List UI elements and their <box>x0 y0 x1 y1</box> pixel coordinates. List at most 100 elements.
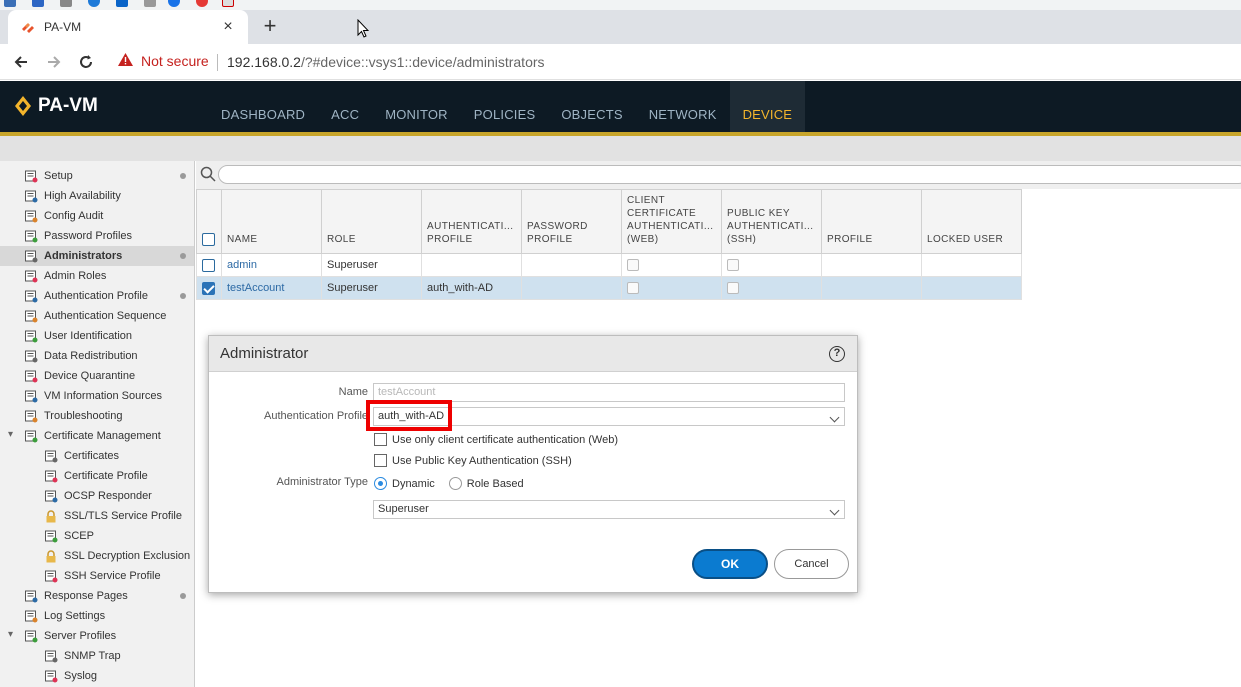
taskbar-app-icon[interactable] <box>144 0 156 7</box>
dynamic-radio[interactable] <box>374 477 387 490</box>
chevron-down-icon[interactable] <box>829 412 840 423</box>
taskbar-app-icon[interactable] <box>222 0 234 7</box>
name-cell: testAccount <box>221 276 322 300</box>
sidebar-item-admin-roles[interactable]: Admin Roles <box>24 266 106 286</box>
chevron-down-icon[interactable]: ▾ <box>8 429 13 440</box>
column-header[interactable]: PROFILE <box>821 189 922 254</box>
column-header[interactable]: PUBLIC KEY AUTHENTICATI... (SSH) <box>721 189 822 254</box>
client-cert-cell <box>621 253 722 277</box>
column-header[interactable]: AUTHENTICATI... PROFILE <box>421 189 522 254</box>
sidebar-item-server-profiles[interactable]: Server Profiles <box>24 626 116 646</box>
sidebar-item-user-identification[interactable]: User Identification <box>24 326 132 346</box>
chevron-down-icon[interactable]: ▾ <box>8 629 13 640</box>
sidebar-item-ssl-decryption-exclusion[interactable]: SSL Decryption Exclusion <box>44 546 190 566</box>
forward-arrow-icon[interactable] <box>44 52 64 72</box>
ok-button[interactable]: OK <box>692 549 768 579</box>
nav-tab-device[interactable]: DEVICE <box>729 81 806 132</box>
pubkey-cell <box>721 276 822 300</box>
sidebar-item-certificate-profile[interactable]: Certificate Profile <box>44 466 148 486</box>
nav-tab-network[interactable]: NETWORK <box>636 81 730 132</box>
client-cert-checkbox[interactable] <box>374 433 387 446</box>
search-icon[interactable] <box>200 166 216 185</box>
administrator-dialog: Administrator ? Name testAccount Authent… <box>208 335 858 593</box>
admin-name-link[interactable]: testAccount <box>227 282 284 294</box>
column-header[interactable]: NAME <box>221 189 322 254</box>
reload-icon[interactable] <box>76 52 96 72</box>
sidebar-item-vm-information-sources[interactable]: VM Information Sources <box>24 386 162 406</box>
sidebar-item-data-redistribution[interactable]: Data Redistribution <box>24 346 138 366</box>
pubkey-label: Use Public Key Authentication (SSH) <box>392 454 572 467</box>
select-all-checkbox[interactable] <box>202 232 215 246</box>
nav-tab-acc[interactable]: ACC <box>318 81 372 132</box>
pubkey-checkbox[interactable] <box>374 454 387 467</box>
sidebar-item-authentication-profile[interactable]: Authentication Profile <box>24 286 194 306</box>
sidebar-item-high-availability[interactable]: High Availability <box>24 186 121 206</box>
sidebar-item-ocsp-responder[interactable]: OCSP Responder <box>44 486 152 506</box>
sidebar-item-label: Password Profiles <box>44 230 133 242</box>
gear-icon[interactable] <box>60 0 72 7</box>
windows-icon[interactable] <box>116 0 128 7</box>
column-header[interactable]: ROLE <box>321 189 422 254</box>
nav-tab-policies[interactable]: POLICIES <box>461 81 549 132</box>
url-field[interactable]: 192.168.0.2/?#device::vsys1::device/admi… <box>227 54 545 70</box>
nav-tab-monitor[interactable]: MONITOR <box>372 81 461 132</box>
sidebar-item-password-profiles[interactable]: Password Profiles <box>24 226 132 246</box>
sidebar-item-label: Certificate Profile <box>64 470 148 482</box>
sidebar-item-certificate-management[interactable]: Certificate Management <box>24 426 161 446</box>
taskbar-app-icon[interactable] <box>168 0 180 7</box>
sidebar-item-label: OCSP Responder <box>64 490 152 502</box>
server-profiles-icon <box>24 629 38 643</box>
logo-text: PA-VM <box>38 95 98 116</box>
table-row[interactable]: testAccount Superuser auth_with-AD <box>196 276 1022 300</box>
new-tab-button[interactable]: + <box>258 15 282 38</box>
sidebar-item-ssl-tls-service-profile[interactable]: SSL/TLS Service Profile <box>44 506 182 526</box>
column-header[interactable]: PASSWORD PROFILE <box>521 189 622 254</box>
sidebar-item-syslog[interactable]: Syslog <box>44 666 97 686</box>
row-checkbox[interactable] <box>202 258 215 272</box>
column-header[interactable]: CLIENT CERTIFICATE AUTHENTICATI... (WEB) <box>621 189 722 254</box>
sidebar-item-troubleshooting[interactable]: Troubleshooting <box>24 406 122 426</box>
pubkey-checkbox <box>727 259 739 272</box>
taskbar-app-icon[interactable] <box>32 0 44 7</box>
close-icon[interactable]: × <box>220 18 236 36</box>
sidebar-item-ssh-service-profile[interactable]: SSH Service Profile <box>44 566 161 586</box>
pubkey-option[interactable]: Use Public Key Authentication (SSH) <box>374 454 572 467</box>
role-select[interactable]: Superuser <box>373 500 845 519</box>
sidebar-item-response-pages[interactable]: Response Pages <box>24 586 194 606</box>
help-icon[interactable]: ? <box>829 346 845 362</box>
sidebar-item-certificates[interactable]: Certificates <box>44 446 119 466</box>
taskbar-app-icon[interactable] <box>4 0 16 7</box>
cancel-button[interactable]: Cancel <box>774 549 849 579</box>
snmp-trap-icon <box>44 649 58 663</box>
sidebar-item-authentication-sequence[interactable]: Authentication Sequence <box>24 306 166 326</box>
role-based-radio[interactable] <box>448 477 462 490</box>
nav-tab-objects[interactable]: OBJECTS <box>548 81 635 132</box>
admin-name-link[interactable]: admin <box>227 259 257 271</box>
sidebar-item-scep[interactable]: SCEP <box>44 526 94 546</box>
tab-title: PA-VM <box>44 20 82 34</box>
device-quarantine-icon <box>24 369 38 383</box>
row-checkbox[interactable] <box>202 281 215 295</box>
chevron-down-icon[interactable] <box>829 505 840 516</box>
taskbar-app-icon[interactable] <box>88 0 100 7</box>
address-bar: Not secure 192.168.0.2/?#device::vsys1::… <box>0 44 1241 80</box>
nav-tab-dashboard[interactable]: DASHBOARD <box>208 81 318 132</box>
vm-information-sources-icon <box>24 389 38 403</box>
table-row[interactable]: admin Superuser <box>196 253 1022 277</box>
taskbar-app-icon[interactable] <box>196 0 208 7</box>
sidebar-item-setup[interactable]: Setup <box>24 166 194 186</box>
app-logo[interactable]: PA-VM <box>14 95 98 117</box>
security-indicator[interactable]: Not secure <box>118 53 209 69</box>
filter-input[interactable] <box>218 165 1241 184</box>
browser-tab[interactable]: PA-VM × <box>8 10 248 44</box>
role-cell: Superuser <box>321 276 422 300</box>
back-arrow-icon[interactable] <box>11 52 31 72</box>
sidebar-item-config-audit[interactable]: Config Audit <box>24 206 103 226</box>
client-cert-option[interactable]: Use only client certificate authenticati… <box>374 433 618 446</box>
sidebar-item-label: Troubleshooting <box>44 410 123 422</box>
sidebar-item-device-quarantine[interactable]: Device Quarantine <box>24 366 135 386</box>
column-header[interactable]: LOCKED USER <box>921 189 1022 254</box>
sidebar-item-administrators[interactable]: Administrators <box>0 246 194 266</box>
sidebar-item-snmp-trap[interactable]: SNMP Trap <box>44 646 121 666</box>
sidebar-item-log-settings[interactable]: Log Settings <box>24 606 105 626</box>
